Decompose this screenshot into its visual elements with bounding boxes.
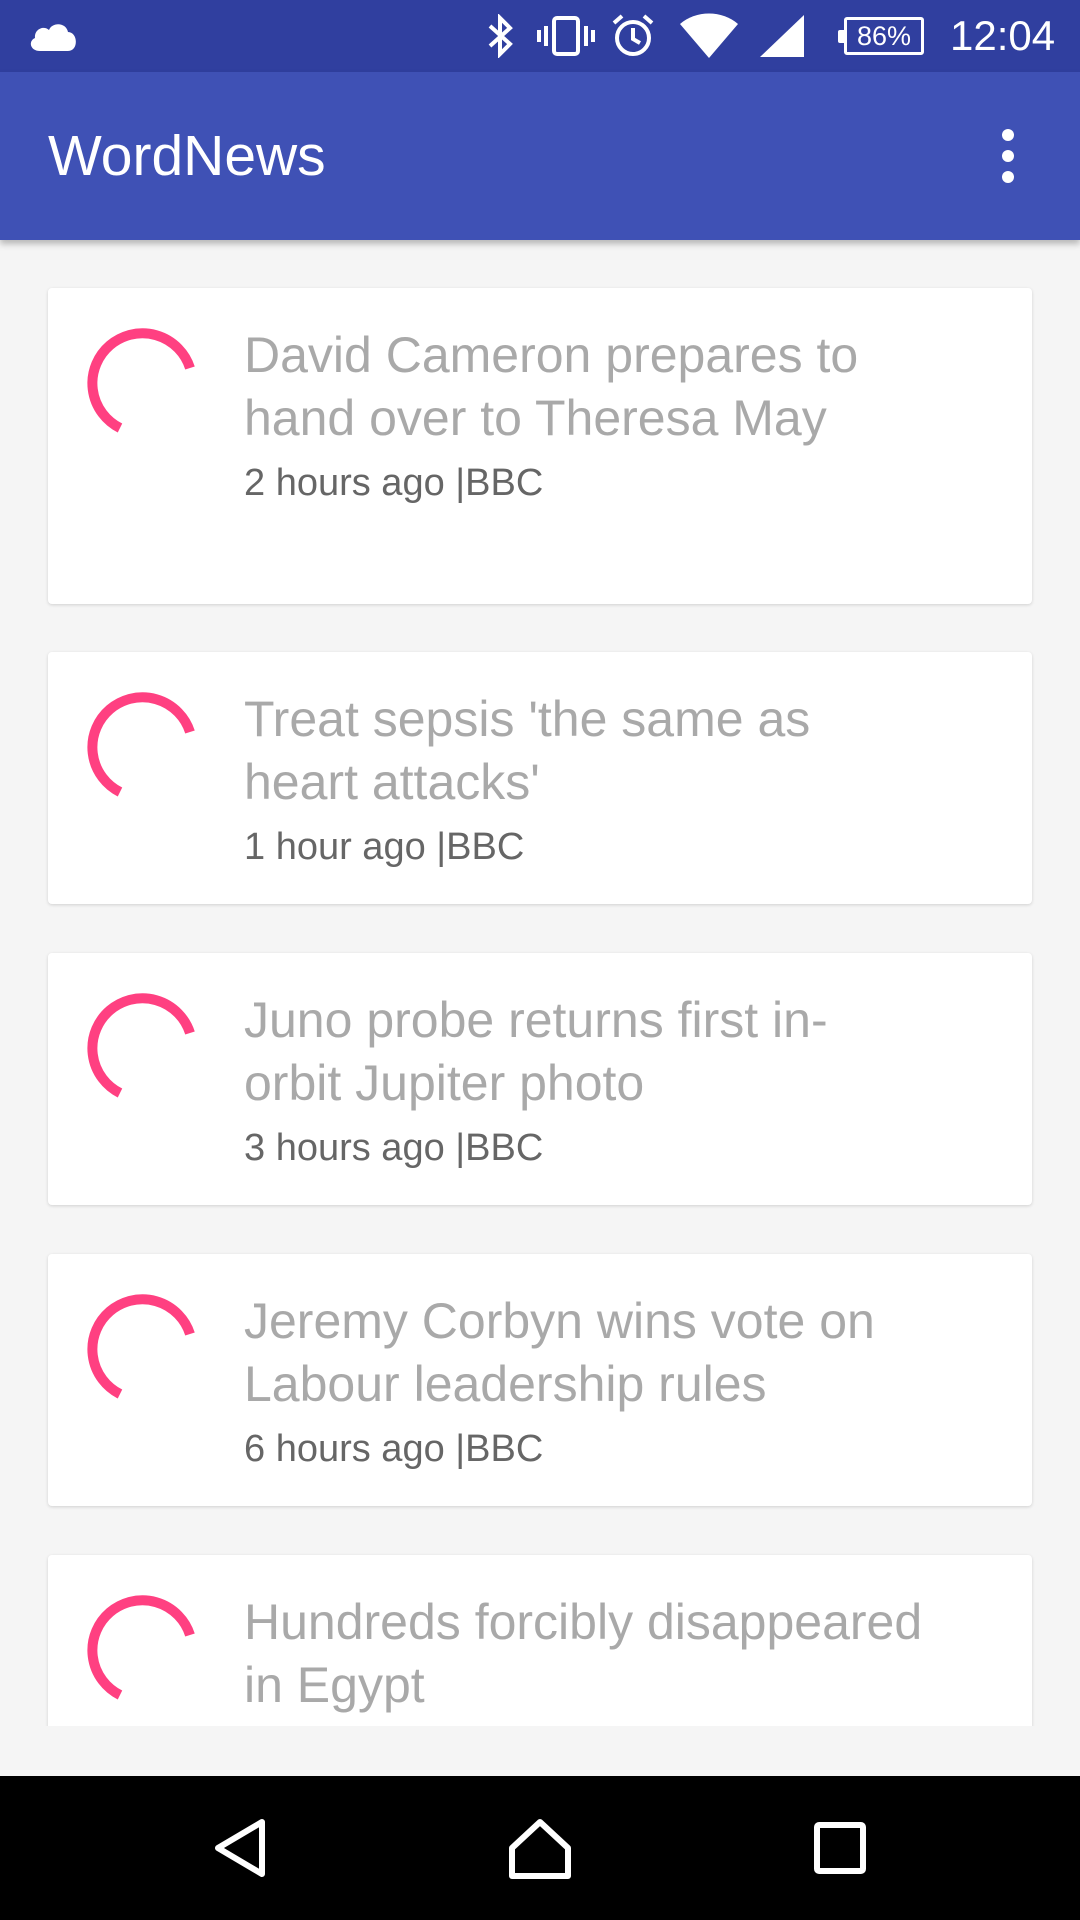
cloud-icon	[26, 0, 80, 72]
news-card[interactable]: Jeremy Corbyn wins vote on Labour leader…	[48, 1254, 1032, 1506]
news-card[interactable]: David Cameron prepares to hand over to T…	[48, 288, 1032, 604]
news-headline[interactable]: Juno probe returns first in-orbit Jupite…	[244, 989, 924, 1115]
recents-icon[interactable]	[800, 1808, 880, 1888]
meta-separator: |	[455, 462, 466, 504]
news-headline[interactable]: Jeremy Corbyn wins vote on Labour leader…	[244, 1290, 924, 1416]
news-meta: 2 hours ago |BBC	[244, 458, 924, 508]
wifi-icon	[678, 0, 740, 72]
clock-time: 12:04	[950, 12, 1056, 59]
app-bar: WordNews	[0, 72, 1080, 240]
news-source: BBC	[446, 826, 525, 868]
news-time: 1 hour ago	[244, 826, 426, 868]
news-meta: 3 hours ago |BBC	[244, 1123, 924, 1173]
news-time: 6 hours ago	[244, 1428, 445, 1470]
news-card[interactable]: Treat sepsis 'the same as heart attacks'…	[48, 652, 1032, 904]
news-card[interactable]: Hundreds forcibly disappeared in Egypt	[48, 1555, 1032, 1726]
vibrate-icon	[536, 0, 596, 72]
news-headline[interactable]: Treat sepsis 'the same as heart attacks'	[244, 688, 924, 814]
news-card[interactable]: Juno probe returns first in-orbit Jupite…	[48, 953, 1032, 1205]
news-source: BBC	[465, 462, 544, 504]
home-icon[interactable]	[500, 1808, 580, 1888]
loading-spinner-icon	[87, 328, 195, 433]
alarm-icon	[610, 0, 656, 72]
signal-icon	[758, 0, 806, 72]
navigation-bar	[0, 1776, 1080, 1920]
bluetooth-icon	[484, 0, 518, 72]
more-vert-icon[interactable]	[968, 116, 1048, 196]
loading-spinner-icon	[87, 1294, 195, 1399]
news-meta: 1 hour ago |BBC	[244, 822, 924, 872]
news-time: 2 hours ago	[244, 462, 445, 504]
status-bar: 86% 12:04	[0, 0, 1080, 72]
loading-spinner-icon	[87, 1595, 195, 1700]
news-meta: 6 hours ago |BBC	[244, 1424, 924, 1474]
news-source: BBC	[465, 1127, 544, 1169]
news-source: BBC	[465, 1428, 544, 1470]
battery-percent: 86%	[856, 20, 912, 51]
meta-separator: |	[436, 826, 447, 868]
battery-icon: 86%	[838, 0, 924, 72]
news-time: 3 hours ago	[244, 1127, 445, 1169]
app-title: WordNews	[48, 124, 326, 188]
meta-separator: |	[455, 1127, 466, 1169]
meta-separator: |	[455, 1428, 466, 1470]
loading-spinner-icon	[87, 993, 195, 1098]
news-headline[interactable]: David Cameron prepares to hand over to T…	[244, 324, 924, 450]
news-headline[interactable]: Hundreds forcibly disappeared in Egypt	[244, 1591, 924, 1717]
loading-spinner-icon	[87, 692, 195, 797]
back-icon[interactable]	[200, 1808, 280, 1888]
news-list[interactable]: David Cameron prepares to hand over to T…	[0, 240, 1080, 1726]
